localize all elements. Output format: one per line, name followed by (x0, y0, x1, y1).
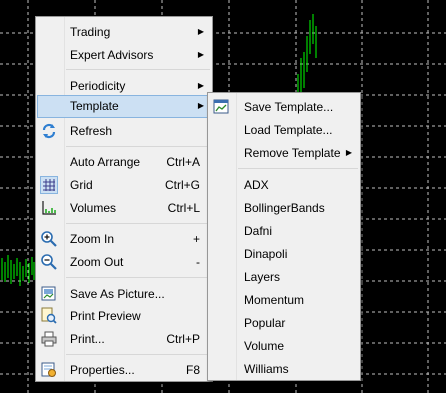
menu-item-save-template[interactable]: Save Template... (210, 96, 358, 118)
zoom-out-icon (40, 253, 58, 271)
menu-item-label: Volumes (70, 201, 117, 215)
menu-item-refresh[interactable]: Refresh (38, 120, 210, 142)
menu-item-periodicity[interactable]: Periodicity ▶ (38, 75, 210, 97)
submenu-arrow-icon: ▶ (197, 27, 204, 36)
submenu-arrow-icon: ▶ (345, 148, 352, 157)
menu-separator (238, 168, 358, 169)
menu-item-label: Properties... (70, 363, 135, 377)
menu-item-template-popular[interactable]: Popular (210, 312, 358, 334)
zoom-in-icon (40, 230, 58, 248)
menu-item-label: Periodicity (70, 79, 126, 93)
menu-item-shortcut: - (196, 255, 200, 269)
menu-item-label: Save As Picture... (70, 287, 165, 301)
menu-item-remove-template[interactable]: Remove Template ▶ (210, 142, 358, 164)
menu-item-label: Dafni (244, 224, 273, 238)
template-submenu: Save Template... Load Template... Remove… (207, 92, 361, 381)
printer-icon (40, 330, 58, 348)
menu-item-label: Save Template... (244, 100, 334, 114)
menu-item-label: Print Preview (70, 309, 141, 323)
menu-separator (66, 277, 210, 278)
chart-context-menu: Trading ▶ Expert Advisors ▶ Periodicity … (35, 16, 213, 382)
menu-item-label: Volume (244, 339, 285, 353)
submenu-arrow-icon: ▶ (197, 81, 204, 90)
menu-item-load-template[interactable]: Load Template... (210, 119, 358, 141)
menu-item-grid[interactable]: Grid Ctrl+G (38, 174, 210, 196)
refresh-icon (40, 122, 58, 140)
menu-item-save-as-picture[interactable]: Save As Picture... (38, 283, 210, 305)
menu-item-auto-arrange[interactable]: Auto Arrange Ctrl+A (38, 151, 210, 173)
menu-separator (66, 146, 210, 147)
menu-item-volumes[interactable]: Volumes Ctrl+L (38, 197, 210, 219)
menu-item-template-adx[interactable]: ADX (210, 174, 358, 196)
print-preview-icon (40, 307, 58, 325)
properties-icon (40, 361, 58, 379)
menu-item-label: Williams (244, 362, 289, 376)
menu-item-shortcut: Ctrl+P (166, 332, 200, 346)
menu-item-shortcut: Ctrl+A (166, 155, 200, 169)
menu-item-label: Momentum (244, 293, 305, 307)
menu-item-template-williams[interactable]: Williams (210, 358, 358, 380)
menu-item-template-dinapoli[interactable]: Dinapoli (210, 243, 358, 265)
menu-item-template-momentum[interactable]: Momentum (210, 289, 358, 311)
menu-item-shortcut: Ctrl+G (164, 178, 200, 192)
menu-item-shortcut: Ctrl+L (167, 201, 200, 215)
submenu-arrow-icon: ▶ (197, 101, 204, 110)
menu-item-print[interactable]: Print... Ctrl+P (38, 328, 210, 350)
grid-icon (40, 176, 58, 194)
menu-item-expert-advisors[interactable]: Expert Advisors ▶ (38, 44, 210, 66)
menu-item-label: Zoom Out (70, 255, 124, 269)
menu-separator (66, 354, 210, 355)
menu-item-label: Dinapoli (244, 247, 288, 261)
menu-item-label: Remove Template (244, 146, 341, 160)
menu-item-template-layers[interactable]: Layers (210, 266, 358, 288)
menu-item-template[interactable]: Template ▶ (37, 95, 211, 118)
menu-item-label: Zoom In (70, 232, 115, 246)
menu-item-trading[interactable]: Trading ▶ (38, 21, 210, 43)
menu-item-label: Print... (70, 332, 105, 346)
save-template-icon (212, 98, 230, 116)
menu-item-label: Grid (70, 178, 93, 192)
menu-item-shortcut: + (192, 232, 200, 246)
menu-item-template-volume[interactable]: Volume (210, 335, 358, 357)
menu-item-label: BollingerBands (244, 201, 325, 215)
menu-item-label: Refresh (70, 124, 113, 138)
menu-item-label: Layers (244, 270, 281, 284)
submenu-arrow-icon: ▶ (197, 50, 204, 59)
menu-separator (66, 69, 210, 70)
menu-item-label: Expert Advisors (70, 48, 154, 62)
menu-item-label: Load Template... (244, 123, 333, 137)
menu-separator (66, 223, 210, 224)
menu-item-print-preview[interactable]: Print Preview (38, 305, 210, 327)
menu-item-label: ADX (244, 178, 269, 192)
save-picture-icon (40, 285, 58, 303)
menu-item-label: Trading (70, 25, 111, 39)
menu-item-label: Auto Arrange (70, 155, 141, 169)
menu-item-label: Popular (244, 316, 286, 330)
menu-item-template-dafni[interactable]: Dafni (210, 220, 358, 242)
menu-item-label: Template (70, 99, 119, 113)
menu-item-zoom-in[interactable]: Zoom In + (38, 228, 210, 250)
menu-item-zoom-out[interactable]: Zoom Out - (38, 251, 210, 273)
menu-item-shortcut: F8 (185, 363, 200, 377)
menu-item-template-bollingerbands[interactable]: BollingerBands (210, 197, 358, 219)
volumes-icon (40, 199, 58, 217)
menu-item-properties[interactable]: Properties... F8 (38, 359, 210, 381)
